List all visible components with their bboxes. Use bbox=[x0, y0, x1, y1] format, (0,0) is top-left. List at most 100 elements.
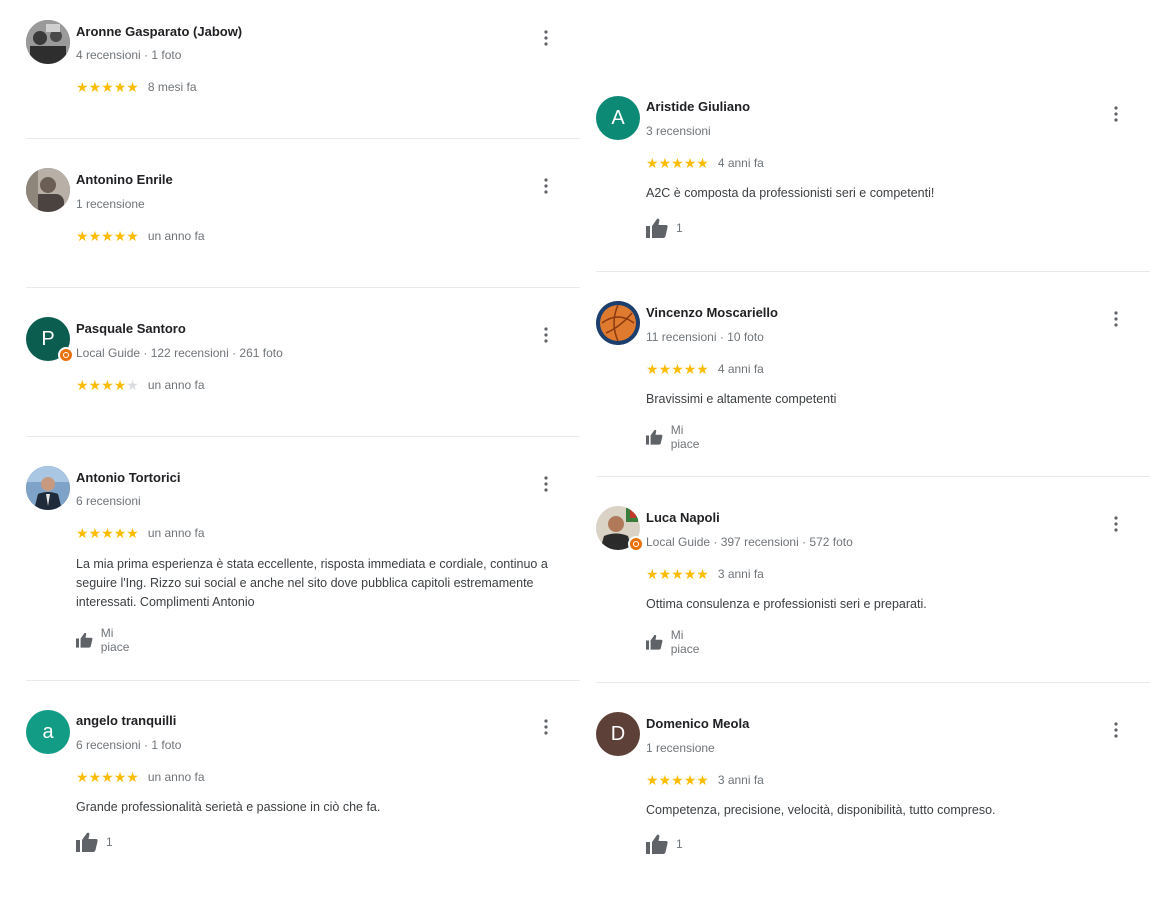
reviewer-avatar[interactable] bbox=[26, 20, 70, 64]
like-button[interactable]: 1 bbox=[646, 218, 683, 238]
star-rating: ★ ★ ★ ★ ★ bbox=[646, 362, 709, 376]
reviewer-avatar[interactable]: P bbox=[26, 317, 74, 363]
star-filled-icon: ★ bbox=[696, 772, 709, 788]
thumbs-up-icon bbox=[646, 218, 668, 238]
rating-row: ★ ★ ★ ★ ★ un anno fa bbox=[76, 770, 205, 784]
reviewer-name[interactable]: Luca Napoli bbox=[646, 510, 720, 525]
star-filled-icon: ★ bbox=[76, 79, 89, 95]
photo-avatar-icon bbox=[26, 466, 70, 510]
local-guide-label: Local Guide bbox=[646, 535, 711, 549]
more-options-button[interactable] bbox=[1106, 512, 1126, 536]
star-filled-icon: ★ bbox=[658, 155, 672, 171]
star-filled-icon: ★ bbox=[671, 566, 684, 582]
more-vert-icon bbox=[544, 178, 548, 194]
review-time: un anno fa bbox=[147, 378, 205, 392]
rating-row: ★ ★ ★ ★ ★ un anno fa bbox=[76, 229, 205, 243]
thumbs-up-icon bbox=[646, 634, 663, 650]
star-filled-icon: ★ bbox=[683, 155, 697, 171]
more-vert-icon bbox=[544, 719, 548, 735]
star-rating: ★ ★ ★ ★ ★ bbox=[76, 229, 139, 243]
local-guide-badge-icon bbox=[58, 347, 74, 363]
reviewer-stats: 1 recensione bbox=[646, 741, 715, 755]
like-button[interactable]: 1 bbox=[76, 832, 113, 852]
star-filled-icon: ★ bbox=[646, 155, 659, 171]
review-text: Grande professionalità serietà e passion… bbox=[76, 800, 381, 814]
like-button[interactable]: Mi piace bbox=[646, 628, 705, 656]
avatar-letter: A bbox=[611, 106, 625, 129]
divider bbox=[596, 476, 1150, 477]
reviewer-counts: · 122 recensioni · 261 foto bbox=[140, 346, 283, 360]
star-filled-icon: ★ bbox=[88, 525, 102, 541]
like-button[interactable]: Mi piace bbox=[646, 423, 705, 451]
star-filled-icon: ★ bbox=[88, 228, 102, 244]
like-button[interactable]: Mi piace bbox=[76, 626, 135, 654]
star-filled-icon: ★ bbox=[113, 377, 127, 393]
photo-avatar-icon bbox=[26, 168, 70, 212]
review-time: 8 mesi fa bbox=[147, 80, 197, 94]
reviewer-name[interactable]: Vincenzo Moscariello bbox=[646, 305, 778, 320]
star-empty-icon: ★ bbox=[126, 377, 139, 393]
more-options-button[interactable] bbox=[536, 323, 556, 347]
review-text: La mia prima esperienza è stata eccellen… bbox=[76, 557, 548, 609]
star-rating: ★ ★ ★ ★ ★ bbox=[646, 567, 709, 581]
divider bbox=[26, 287, 580, 288]
more-options-button[interactable] bbox=[1106, 102, 1126, 126]
star-filled-icon: ★ bbox=[646, 361, 659, 377]
reviewer-name[interactable]: angelo tranquilli bbox=[76, 713, 176, 728]
divider bbox=[26, 680, 580, 681]
reviewer-name[interactable]: Domenico Meola bbox=[646, 716, 749, 731]
star-filled-icon: ★ bbox=[683, 772, 697, 788]
reviewer-name[interactable]: Aronne Gasparato (Jabow) bbox=[76, 24, 242, 39]
star-filled-icon: ★ bbox=[696, 155, 709, 171]
more-vert-icon bbox=[1114, 722, 1118, 738]
reviewer-avatar[interactable] bbox=[596, 301, 640, 345]
star-filled-icon: ★ bbox=[113, 769, 127, 785]
reviewer-avatar[interactable] bbox=[596, 506, 644, 552]
star-filled-icon: ★ bbox=[671, 155, 684, 171]
more-vert-icon bbox=[1114, 311, 1118, 327]
review-time: 4 anni fa bbox=[717, 362, 764, 376]
more-options-button[interactable] bbox=[536, 715, 556, 739]
star-filled-icon: ★ bbox=[658, 566, 672, 582]
reviewer-avatar[interactable]: D bbox=[596, 712, 640, 756]
reviewer-avatar[interactable]: a bbox=[26, 710, 70, 754]
star-filled-icon: ★ bbox=[76, 769, 89, 785]
like-count: Mi piace bbox=[670, 423, 700, 451]
reviewer-name[interactable]: Pasquale Santoro bbox=[76, 321, 186, 336]
rating-row: ★ ★ ★ ★ ★ 4 anni fa bbox=[646, 156, 764, 170]
rating-row: ★ ★ ★ ★ ★ 3 anni fa bbox=[646, 567, 764, 581]
like-count: 1 bbox=[676, 837, 683, 851]
avatar-letter: D bbox=[610, 722, 626, 745]
more-options-button[interactable] bbox=[536, 26, 556, 50]
review-time: un anno fa bbox=[147, 229, 205, 243]
more-vert-icon bbox=[1114, 516, 1118, 532]
divider bbox=[26, 436, 580, 437]
local-guide-badge-icon bbox=[628, 536, 644, 552]
more-vert-icon bbox=[544, 476, 548, 492]
star-filled-icon: ★ bbox=[101, 79, 114, 95]
star-filled-icon: ★ bbox=[101, 769, 114, 785]
star-filled-icon: ★ bbox=[658, 361, 672, 377]
reviewer-name[interactable]: Aristide Giuliano bbox=[646, 99, 750, 114]
more-options-button[interactable] bbox=[536, 472, 556, 496]
more-vert-icon bbox=[544, 327, 548, 343]
star-filled-icon: ★ bbox=[113, 525, 127, 541]
like-button[interactable]: 1 bbox=[646, 834, 683, 854]
more-options-button[interactable] bbox=[1106, 307, 1126, 331]
reviewer-avatar[interactable] bbox=[26, 466, 70, 510]
star-rating: ★ ★ ★ ★ ★ bbox=[76, 770, 139, 784]
review-text: Competenza, precisione, velocità, dispon… bbox=[646, 803, 996, 817]
reviewer-avatar[interactable]: A bbox=[596, 96, 640, 140]
review-time: 4 anni fa bbox=[717, 156, 764, 170]
star-filled-icon: ★ bbox=[76, 525, 89, 541]
reviewer-avatar[interactable] bbox=[26, 168, 70, 212]
thumbs-up-icon bbox=[646, 429, 663, 445]
local-guide-label: Local Guide bbox=[76, 346, 141, 360]
more-options-button[interactable] bbox=[536, 174, 556, 198]
reviewer-stats: 4 recensioni · 1 foto bbox=[76, 48, 182, 62]
more-options-button[interactable] bbox=[1106, 718, 1126, 742]
reviewer-name[interactable]: Antonio Tortorici bbox=[76, 470, 180, 485]
star-filled-icon: ★ bbox=[658, 772, 672, 788]
reviewer-name[interactable]: Antonino Enrile bbox=[76, 172, 173, 187]
review-text: Ottima consulenza e professionisti seri … bbox=[646, 597, 927, 611]
